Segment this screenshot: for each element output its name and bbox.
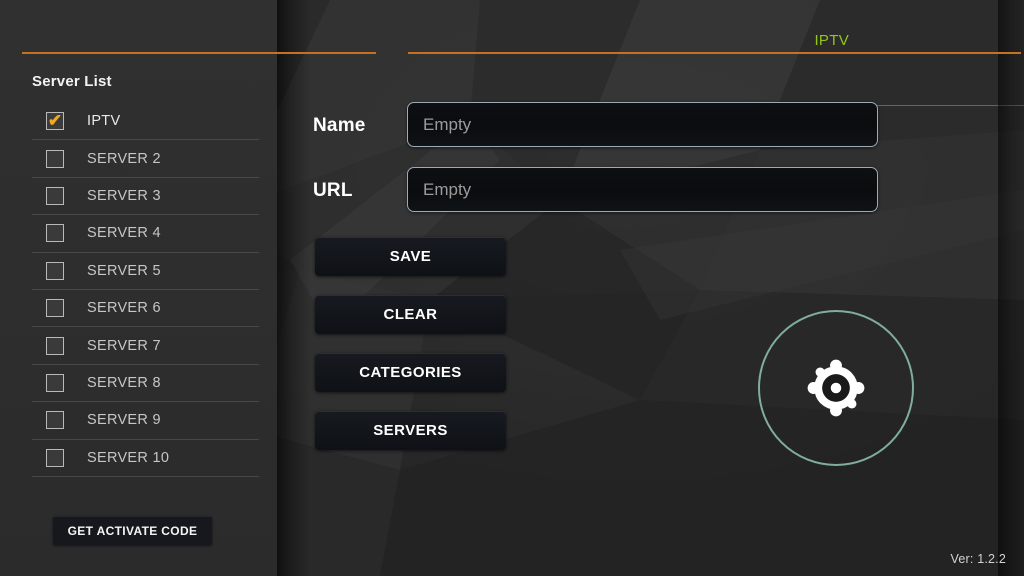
list-item-label: SERVER 7	[87, 337, 161, 354]
name-field-label: Name	[313, 115, 366, 136]
list-item[interactable]: SERVER 9	[32, 402, 259, 440]
checkbox-unchecked-icon[interactable]	[46, 224, 64, 243]
checkbox-unchecked-icon[interactable]	[46, 149, 64, 168]
list-item[interactable]: SERVER 8	[32, 365, 259, 403]
list-item[interactable]: SERVER 7	[32, 327, 259, 365]
url-input[interactable]	[407, 167, 878, 212]
server-list-panel: Server List ✔ IPTV SERVER 2 SERVER 3 SER…	[0, 0, 277, 576]
list-item-label: SERVER 6	[87, 300, 161, 317]
url-field-label: URL	[313, 180, 353, 201]
list-item[interactable]: SERVER 10	[32, 440, 259, 477]
checkbox-unchecked-icon[interactable]	[46, 336, 64, 355]
list-item-label: SERVER 9	[87, 412, 161, 429]
header-title: IPTV	[814, 32, 849, 49]
header-rule-right	[408, 52, 1021, 54]
list-item[interactable]: SERVER 4	[32, 215, 259, 253]
clear-button[interactable]: CLEAR	[315, 295, 506, 334]
list-item-label: SERVER 5	[87, 262, 161, 279]
list-item[interactable]: SERVER 6	[32, 290, 259, 328]
name-input[interactable]	[407, 102, 878, 147]
list-item-label: SERVER 4	[87, 225, 161, 242]
header-rule-left	[22, 52, 376, 54]
list-item-label: SERVER 3	[87, 187, 161, 204]
checkbox-unchecked-icon[interactable]	[46, 186, 64, 205]
list-item-label: SERVER 10	[87, 449, 170, 466]
checkbox-unchecked-icon[interactable]	[46, 261, 64, 280]
checkbox-checked-icon[interactable]: ✔	[46, 112, 64, 131]
list-item[interactable]: ✔ IPTV	[32, 103, 259, 141]
save-button[interactable]: SAVE	[315, 237, 506, 276]
list-item[interactable]: SERVER 5	[32, 253, 259, 290]
list-item-label: SERVER 2	[87, 150, 161, 167]
list-item[interactable]: SERVER 3	[32, 178, 259, 216]
target-gear-logo-icon	[807, 359, 865, 417]
list-item[interactable]: SERVER 2	[32, 140, 259, 178]
checkbox-unchecked-icon[interactable]	[46, 411, 64, 430]
checkbox-unchecked-icon[interactable]	[46, 299, 64, 318]
checkbox-unchecked-icon[interactable]	[46, 448, 64, 467]
app-window: Server List ✔ IPTV SERVER 2 SERVER 3 SER…	[0, 0, 1024, 576]
version-label: Ver: 1.2.2	[950, 552, 1006, 566]
list-item-label: SERVER 8	[87, 374, 161, 391]
categories-button[interactable]: CATEGORIES	[315, 353, 506, 392]
get-activate-code-button[interactable]: GET ACTIVATE CODE	[53, 516, 212, 545]
list-item-label: IPTV	[87, 113, 121, 130]
server-list[interactable]: ✔ IPTV SERVER 2 SERVER 3 SERVER 4 SERVER…	[32, 103, 259, 477]
page-title: Server List	[32, 73, 112, 90]
app-logo-ring	[758, 310, 914, 466]
checkbox-unchecked-icon[interactable]	[46, 373, 64, 392]
servers-button[interactable]: SERVERS	[315, 411, 506, 450]
